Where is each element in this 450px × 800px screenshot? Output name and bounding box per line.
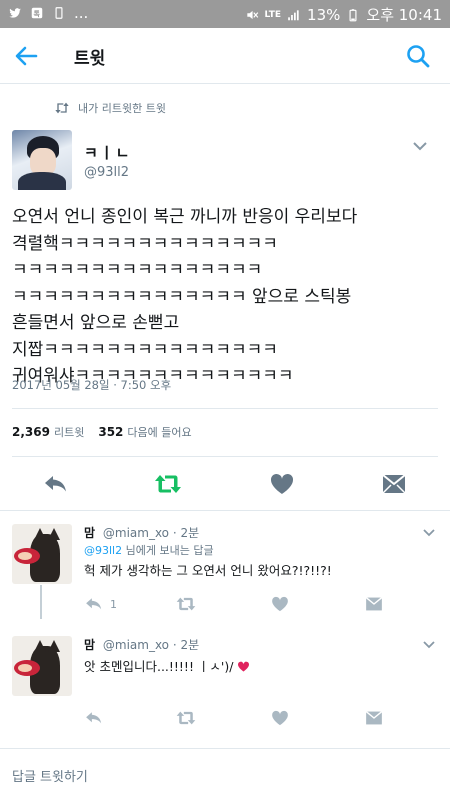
tweet-actions: [0, 466, 450, 502]
reply-actions: [0, 708, 450, 732]
twitter-icon: [9, 8, 21, 18]
chevron-down-icon[interactable]: [422, 640, 436, 650]
divider: [12, 456, 438, 457]
back-arrow-icon[interactable]: [12, 42, 40, 70]
reply-text-content: 앗 초멘입니다...!!!!! ㅣㅅ')/: [84, 659, 234, 674]
status-bar: 톡 ... LTE 13% 오후 10:41: [0, 0, 450, 28]
tweet-text: 오연서 언니 종인이 복근 까니까 반응이 우리보다 격렬핵ㅋㅋㅋㅋㅋㅋㅋㅋㅋㅋ…: [12, 204, 432, 390]
avatar[interactable]: [12, 636, 72, 696]
reply-icon[interactable]: [42, 470, 70, 498]
heart-emoji-icon: [238, 661, 250, 672]
replying-to: @93ll2 님에게 보내는 답글: [84, 542, 214, 558]
tweet-line: 지짭ㅋㅋㅋㅋㅋㅋㅋㅋㅋㅋㅋㅋㅋㅋㅋ: [12, 339, 278, 360]
tweet-line: 격렬핵ㅋㅋㅋㅋㅋㅋㅋㅋㅋㅋㅋㅋㅋㅋ: [12, 233, 278, 254]
like-count-label[interactable]: 다음에 들어요: [127, 424, 191, 440]
author-name[interactable]: ㅋㅣㄴ: [84, 142, 131, 163]
tweet-timestamp: 2017년 05월 28일 · 7:50 오후: [12, 378, 172, 392]
reply-author[interactable]: 맘 @miam_xo · 2분: [84, 636, 199, 653]
thread-connector: [40, 585, 42, 619]
like-icon[interactable]: [270, 594, 290, 614]
direct-message-icon[interactable]: [364, 594, 384, 614]
signal-icon: [288, 9, 299, 20]
reply-time: · 2분: [172, 526, 200, 540]
tweet-line: 흔들면서 앞으로 손뻗고: [12, 313, 180, 333]
retweet-count[interactable]: 2,369: [12, 425, 50, 439]
like-count[interactable]: 352: [98, 425, 123, 439]
retweet-context-label: 내가 리트윗한 트윗: [78, 102, 166, 115]
app-header: 트윗: [0, 28, 450, 84]
direct-message-icon[interactable]: [380, 470, 408, 498]
divider: [0, 510, 450, 511]
direct-message-icon[interactable]: [364, 708, 384, 728]
retweet-icon[interactable]: [176, 594, 196, 614]
divider: [0, 748, 450, 749]
reply-display-name[interactable]: 맘: [84, 526, 95, 540]
reply-icon[interactable]: [84, 708, 104, 728]
retweet-count-label[interactable]: 리트윗: [54, 424, 84, 440]
reply-author[interactable]: 맘 @miam_xo · 2분: [84, 524, 199, 541]
clock: 오후 10:41: [366, 6, 442, 24]
reply-text: 앗 초멘입니다...!!!!! ㅣㅅ')/: [84, 656, 250, 675]
author-handle[interactable]: @93ll2: [84, 165, 129, 180]
tweet-line: 오연서 언니 종인이 복근 까니까 반응이 우리보다: [12, 207, 358, 227]
battery-icon: [349, 8, 357, 21]
reply-actions: 1: [0, 594, 450, 618]
battery-percent: 13%: [307, 5, 341, 24]
like-icon[interactable]: [268, 470, 296, 498]
svg-text:톡: 톡: [34, 9, 41, 18]
retweet-context: 내가 리트윗한 트윗: [54, 100, 166, 116]
retweet-icon[interactable]: [176, 708, 196, 728]
reply-count: 1: [110, 598, 117, 611]
retweet-icon: [55, 102, 69, 114]
reply-handle[interactable]: @miam_xo: [103, 526, 169, 540]
status-ellipsis: ...: [74, 4, 89, 22]
network-type: LTE: [264, 9, 282, 20]
chevron-down-icon[interactable]: [412, 140, 428, 152]
messenger-icon: 톡: [31, 7, 43, 19]
reply-text: 헉 제가 생각하는 그 오연서 언니 왔어요?!?!!?!: [84, 563, 332, 578]
chevron-down-icon[interactable]: [422, 528, 436, 538]
tweet-stats: 2,369 리트윗 352 다음에 들어요: [12, 424, 192, 440]
reply-handle[interactable]: @miam_xo: [103, 638, 169, 652]
avatar[interactable]: [12, 130, 72, 190]
avatar[interactable]: [12, 524, 72, 584]
reply-icon[interactable]: [84, 594, 104, 614]
reply-context-label: 님에게 보내는 답글: [122, 544, 214, 557]
page-title: 트윗: [74, 49, 106, 69]
search-icon[interactable]: [404, 42, 432, 70]
like-icon[interactable]: [270, 708, 290, 728]
reply-display-name[interactable]: 맘: [84, 638, 95, 652]
divider: [12, 408, 438, 409]
tweet-line: ㅋㅋㅋㅋㅋㅋㅋㅋㅋㅋㅋㅋㅋㅋㅋㅋ: [12, 260, 263, 280]
sim-icon: [55, 7, 63, 19]
reply-compose-input[interactable]: 답글 트윗하기: [12, 766, 88, 785]
tweet-line: ㅋㅋㅋㅋㅋㅋㅋㅋㅋㅋㅋㅋㅋㅋㅋ 앞으로 스틱봉: [12, 286, 352, 307]
mute-icon: [246, 10, 258, 19]
retweet-icon[interactable]: [154, 470, 182, 498]
reply-mention[interactable]: @93ll2: [84, 544, 122, 557]
reply-time: · 2분: [172, 638, 200, 652]
